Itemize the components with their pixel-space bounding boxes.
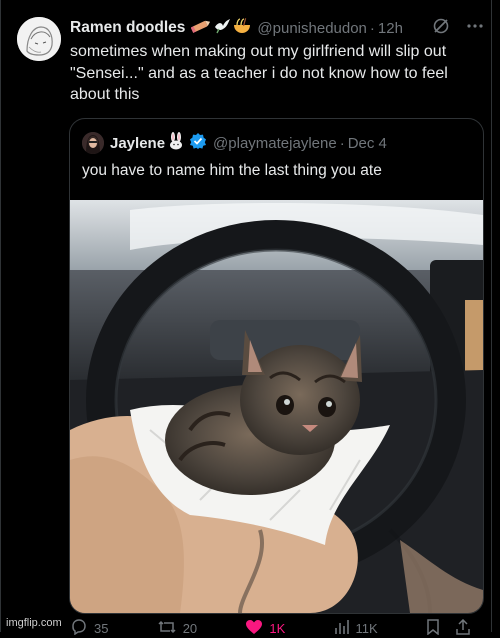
more-icon[interactable]	[466, 17, 484, 40]
like-button[interactable]: 1K	[245, 619, 285, 638]
tweet-time[interactable]: 12h	[378, 20, 403, 37]
reply-count: 35	[94, 620, 109, 636]
separator-dot: ·	[369, 19, 375, 37]
right-border	[491, 0, 492, 632]
author-handle[interactable]: @punishedudon	[257, 20, 366, 37]
views-icon	[334, 619, 350, 638]
rabbit-icon	[167, 131, 185, 155]
author-avatar[interactable]	[17, 17, 61, 61]
kitten-photo[interactable]	[70, 200, 483, 613]
tweet-header: Ramen doodles @punishedudon · 12h	[70, 17, 484, 39]
author-name[interactable]: Ramen doodles	[70, 19, 185, 37]
share-icon[interactable]	[456, 618, 470, 638]
separator-dot: ·	[339, 134, 345, 152]
reply-icon	[70, 618, 88, 638]
pencil-icon	[191, 18, 211, 39]
heart-icon	[245, 619, 263, 638]
reply-button[interactable]: 35	[70, 618, 109, 638]
like-count: 1K	[269, 620, 286, 636]
quote-date[interactable]: Dec 4	[348, 135, 387, 152]
repost-icon	[157, 619, 177, 638]
left-border	[0, 0, 1, 632]
header-icons	[432, 17, 484, 40]
bookmark-icon[interactable]	[426, 618, 440, 638]
repost-count: 20	[182, 620, 198, 636]
bookmark-share-group	[426, 618, 470, 638]
views-count: 11K	[355, 620, 378, 636]
ramen-icon	[233, 17, 251, 39]
quote-header: Jaylene @playmatejaylene · Dec 4	[82, 131, 387, 155]
imgflip-watermark: imgflip.com	[6, 617, 62, 629]
quote-author-handle[interactable]: @playmatejaylene	[213, 135, 337, 152]
verified-icon	[189, 132, 207, 155]
action-bar: 35 20 1K 11K	[70, 618, 470, 638]
quote-text: you have to name him the last thing you …	[82, 162, 382, 179]
tweet-text: sometimes when making out my girlfriend …	[70, 43, 448, 103]
quote-author-avatar[interactable]	[82, 132, 104, 154]
dove-icon	[213, 18, 231, 39]
quoted-tweet[interactable]: Jaylene @playmatejaylene · Dec 4 you hav…	[69, 118, 484, 614]
views-button[interactable]: 11K	[334, 619, 378, 638]
repost-button[interactable]: 20	[157, 619, 197, 638]
quote-author-name[interactable]: Jaylene	[110, 135, 165, 152]
grok-icon[interactable]	[432, 17, 450, 40]
author-emojis	[191, 17, 251, 39]
